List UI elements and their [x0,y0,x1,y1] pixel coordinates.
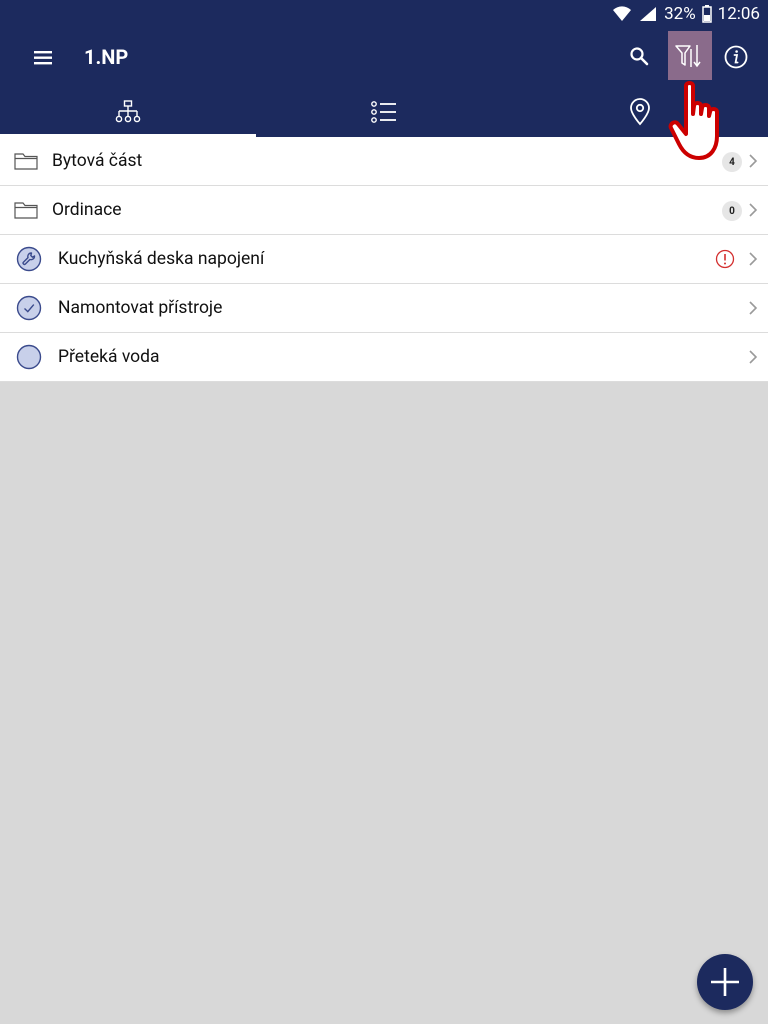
tab-map[interactable] [512,87,768,137]
list-item-label: Kuchyňská deska napojení [58,249,265,269]
search-icon [630,47,649,66]
filter-sort-button[interactable] [668,31,712,80]
list-item-label: Ordinace [52,200,122,220]
app-bar: 1.NP [0,27,768,87]
count-badge: 0 [722,201,742,221]
battery-percent: 32% [664,3,696,24]
menu-button[interactable] [24,43,64,73]
plus-icon [711,968,739,996]
warning-icon [715,249,735,273]
info-icon [724,45,748,69]
tab-hierarchy[interactable] [0,87,256,137]
chevron-right-icon [749,252,758,266]
item-list: Bytová část 4 Ordinace 0 Kuchyňská deska… [0,137,768,382]
chevron-right-icon [749,301,758,315]
tab-list[interactable] [256,87,512,137]
chevron-right-icon [749,154,758,168]
list-item[interactable]: Bytová část 4 [0,137,768,186]
signal-icon [638,5,658,23]
list-item[interactable]: Přeteká voda [0,333,768,382]
location-pin-icon [630,98,650,126]
list-item-label: Namontovat přístroje [58,298,223,318]
hamburger-icon [34,51,52,65]
folder-icon [14,153,38,170]
add-button[interactable] [697,954,753,1010]
count-badge: 4 [722,152,742,172]
tab-bar [0,87,768,137]
list-item-label: Bytová část [52,151,143,171]
search-button[interactable] [624,41,656,73]
chevron-right-icon [749,203,758,217]
info-button[interactable] [720,41,752,73]
list-item-label: Přeteká voda [58,347,160,367]
filter-sort-icon [675,45,701,68]
folder-icon [14,202,38,219]
wrench-task-icon [16,246,42,272]
battery-icon [701,4,712,23]
check-task-icon [16,295,42,321]
list-item[interactable]: Kuchyňská deska napojení [0,235,768,284]
wifi-icon [612,5,632,23]
list-item[interactable]: Namontovat přístroje [0,284,768,333]
open-task-icon [16,344,42,370]
list-item[interactable]: Ordinace 0 [0,186,768,235]
list-icon [371,101,396,123]
status-bar: 32% 12:06 [0,0,768,27]
hierarchy-icon [115,100,141,123]
chevron-right-icon [749,350,758,364]
clock: 12:06 [717,3,760,24]
page-title: 1.NP [84,45,129,69]
